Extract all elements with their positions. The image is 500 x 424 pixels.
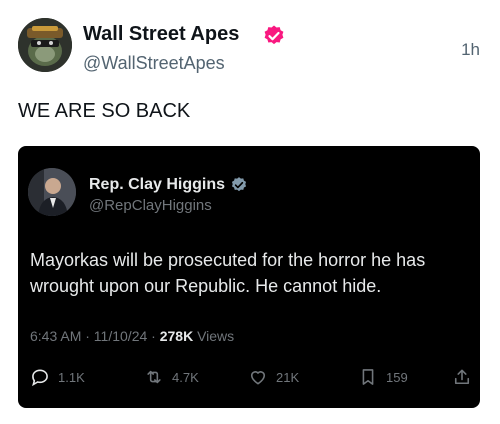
views-count: 278K <box>159 328 194 344</box>
like-count: 21K <box>276 369 300 385</box>
share-icon <box>454 369 470 385</box>
action-bar: 1.1K 4.7K 21K 159 <box>30 365 470 389</box>
author-name[interactable]: Wall Street Apes <box>83 23 239 46</box>
like-icon <box>250 371 266 385</box>
author-handle[interactable]: @WallStreetApes <box>83 53 225 74</box>
author-avatar[interactable] <box>18 18 72 72</box>
repost-button[interactable]: 4.7K <box>144 365 199 389</box>
quoted-post-timestamp[interactable]: 6:43 AM · 11/10/24 · <box>30 328 160 344</box>
quoted-author-name[interactable]: Rep. Clay Higgins <box>89 176 225 194</box>
views-label: Views <box>193 328 235 344</box>
repost-count: 4.7K <box>172 369 199 385</box>
reply-button[interactable]: 1.1K <box>30 365 85 389</box>
post-time[interactable]: 1h <box>461 40 480 60</box>
reply-icon <box>32 369 48 387</box>
quoted-post-text: Mayorkas will be prosecuted for the horr… <box>30 250 426 296</box>
quoted-author-avatar[interactable] <box>28 168 76 216</box>
bookmark-button[interactable]: 159 <box>358 365 408 389</box>
quoted-author-handle[interactable]: @RepClayHiggins <box>89 197 212 214</box>
like-button[interactable]: 21K <box>248 365 299 389</box>
bookmark-icon <box>362 369 374 385</box>
quoted-post-card[interactable]: Rep. Clay Higgins @RepClayHiggins Mayork… <box>18 146 480 408</box>
verified-badge-icon <box>262 24 286 48</box>
reply-count: 1.1K <box>58 369 85 385</box>
post-text: WE ARE SO BACK <box>18 100 191 122</box>
bookmark-count: 159 <box>386 369 408 385</box>
share-button[interactable] <box>452 365 480 389</box>
quoted-post-meta: 6:43 AM · 11/10/24 · 278K Views <box>30 328 234 344</box>
government-verified-badge-icon <box>230 176 248 194</box>
repost-icon <box>147 370 161 384</box>
